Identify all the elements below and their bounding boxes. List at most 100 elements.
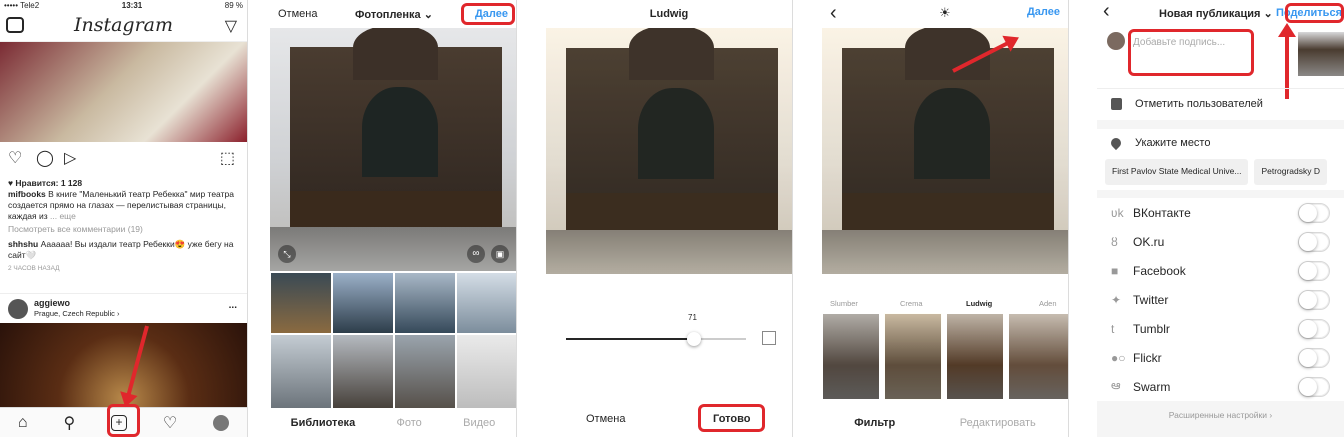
filtered-photo bbox=[546, 28, 792, 274]
filter-picker-screen: ‹ ☀ Далее Slumber Crema Ludwig Aden Филь… bbox=[822, 0, 1069, 437]
network-row-tumblr: t Tumblr bbox=[1097, 314, 1344, 343]
tab-edit[interactable]: Редактировать bbox=[960, 417, 1036, 429]
time-ago: 2 ЧАСОВ НАЗАД bbox=[8, 265, 60, 272]
location-chip[interactable]: First Pavlov State Medical Unive... bbox=[1105, 159, 1249, 185]
bookmark-icon[interactable]: ⬚ bbox=[220, 148, 235, 168]
thumbnail[interactable] bbox=[270, 334, 332, 409]
gallery-tabs: Библиотека Фото Видео bbox=[270, 409, 516, 437]
post-location[interactable]: Prague, Czech Republic › bbox=[34, 309, 119, 318]
filtered-photo bbox=[822, 28, 1068, 274]
tab-filter[interactable]: Фильтр bbox=[854, 417, 895, 429]
tab-library[interactable]: Библиотека bbox=[291, 417, 356, 429]
tumblr-icon: t bbox=[1111, 321, 1115, 336]
screen-title[interactable]: Новая публикация ⌄ bbox=[1159, 7, 1273, 20]
search-icon[interactable]: ⚲ bbox=[63, 413, 75, 433]
tab-video[interactable]: Видео bbox=[463, 417, 495, 429]
thumbnail[interactable] bbox=[332, 272, 394, 334]
annotation-box bbox=[698, 404, 765, 432]
network-toggle[interactable] bbox=[1298, 376, 1330, 397]
ok-icon: ȣ bbox=[1111, 234, 1118, 249]
network-row-vk: ʋk ВКонтакте bbox=[1097, 198, 1344, 227]
caption-more[interactable]: ... еще bbox=[50, 211, 76, 221]
swarm-icon: ఆ bbox=[1111, 378, 1121, 392]
add-location-row[interactable]: Укажите место bbox=[1135, 137, 1210, 149]
tag-people-row[interactable]: Отметить пользователей bbox=[1135, 98, 1263, 110]
filter-thumbnail[interactable] bbox=[822, 313, 880, 400]
app-logo: Instagram bbox=[73, 14, 174, 36]
gallery-screen: Отмена Фотопленка ⌄ Далее ⤡ ∞ ▣ Библиоте… bbox=[270, 0, 517, 437]
filter-name[interactable]: Crema bbox=[900, 299, 923, 308]
post-image-book[interactable] bbox=[0, 42, 247, 142]
network-toggle[interactable] bbox=[1298, 202, 1330, 223]
post-username[interactable]: aggiewo bbox=[34, 298, 70, 308]
annotation-box bbox=[1285, 3, 1344, 23]
network-toggle[interactable] bbox=[1298, 347, 1330, 368]
filter-name[interactable]: Aden bbox=[1039, 299, 1057, 308]
activity-heart-icon[interactable]: ♡ bbox=[163, 413, 177, 433]
network-label: Facebook bbox=[1133, 263, 1186, 278]
clock: 13:31 bbox=[121, 1, 143, 10]
strength-slider[interactable] bbox=[566, 332, 746, 346]
filter-thumbnail[interactable] bbox=[884, 313, 942, 400]
profile-avatar-icon[interactable] bbox=[213, 414, 230, 431]
direct-icon[interactable]: ▽ bbox=[225, 16, 237, 36]
cancel-button[interactable]: Отмена bbox=[586, 413, 625, 425]
filter-name[interactable]: Slumber bbox=[830, 299, 858, 308]
edit-tabs: Фильтр Редактировать bbox=[822, 409, 1068, 437]
network-row-swarm: ఆ Swarm bbox=[1097, 372, 1344, 401]
location-pin-icon bbox=[1108, 135, 1124, 151]
network-label: Twitter bbox=[1133, 292, 1169, 307]
view-comments[interactable]: Посмотреть все комментарии (19) bbox=[8, 224, 239, 235]
thumbnail[interactable] bbox=[456, 272, 516, 334]
network-label: Swarm bbox=[1133, 379, 1171, 394]
home-icon[interactable]: ⌂ bbox=[18, 414, 28, 432]
boomerang-icon[interactable]: ∞ bbox=[467, 245, 485, 263]
back-icon[interactable]: ‹ bbox=[1103, 0, 1110, 23]
location-chips: First Pavlov State Medical Unive... Petr… bbox=[1105, 159, 1344, 185]
expand-icon[interactable]: ⤡ bbox=[278, 245, 296, 263]
user-avatar bbox=[1107, 32, 1125, 50]
comment-user[interactable]: shhshu bbox=[8, 239, 38, 249]
flickr-icon: ●○ bbox=[1111, 350, 1126, 365]
thumbnail[interactable] bbox=[332, 334, 394, 409]
network-row-twitter: ✦ Twitter bbox=[1097, 285, 1344, 314]
slider-knob[interactable] bbox=[686, 332, 701, 346]
network-toggle[interactable] bbox=[1298, 289, 1330, 310]
preview-photo[interactable]: ⤡ ∞ ▣ bbox=[270, 28, 516, 271]
new-post-screen: ‹ Новая публикация ⌄ Поделиться Добавьте… bbox=[1097, 0, 1344, 437]
location-chip[interactable]: Petrogradsky D bbox=[1254, 159, 1328, 185]
network-toggle[interactable] bbox=[1298, 318, 1330, 339]
twitter-icon: ✦ bbox=[1111, 292, 1122, 307]
tab-photo[interactable]: Фото bbox=[397, 417, 422, 429]
filter-title: Ludwig bbox=[649, 8, 689, 20]
comment-icon[interactable]: ◯ bbox=[36, 148, 54, 168]
filter-thumbnail[interactable] bbox=[946, 313, 1004, 400]
heart-icon[interactable]: ♡ bbox=[8, 148, 22, 168]
post-actions: ♡ ◯ ▷ ⬚ bbox=[8, 148, 239, 168]
layout-icon[interactable]: ▣ bbox=[491, 245, 509, 263]
border-toggle-icon[interactable] bbox=[762, 331, 776, 345]
thumbnail[interactable] bbox=[456, 334, 516, 409]
network-toggle[interactable] bbox=[1298, 260, 1330, 281]
network-toggle[interactable] bbox=[1298, 231, 1330, 252]
share-icon[interactable]: ▷ bbox=[64, 148, 76, 168]
feed-screen: ••••• Tele2 13:31 89 % Instagram ▽ ♡ ◯ ▷… bbox=[0, 0, 248, 437]
caption-user[interactable]: mifbooks bbox=[8, 189, 46, 199]
filter-thumbnail[interactable] bbox=[1008, 313, 1068, 400]
post-text: ♥ Нравится: 1 128 mifbooks В книге "Мале… bbox=[8, 178, 239, 274]
filter-name-selected[interactable]: Ludwig bbox=[966, 299, 992, 308]
thumbnail[interactable] bbox=[394, 334, 456, 409]
cancel-button[interactable]: Отмена bbox=[278, 8, 317, 20]
carrier: ••••• Tele2 bbox=[4, 1, 40, 10]
network-row-facebook: ■ Facebook bbox=[1097, 256, 1344, 285]
thumbnail[interactable] bbox=[394, 272, 456, 334]
album-dropdown[interactable]: Фотопленка ⌄ bbox=[355, 8, 433, 21]
back-icon[interactable]: ‹ bbox=[830, 2, 837, 25]
annotation-box bbox=[461, 3, 515, 25]
next-button[interactable]: Далее bbox=[1027, 6, 1060, 18]
brightness-icon[interactable]: ☀ bbox=[939, 5, 951, 21]
thumbnail[interactable] bbox=[270, 272, 332, 334]
avatar[interactable] bbox=[8, 299, 28, 319]
more-options-icon[interactable]: ... bbox=[229, 300, 237, 311]
advanced-settings-link[interactable]: Расширенные настройки › bbox=[1097, 410, 1344, 420]
